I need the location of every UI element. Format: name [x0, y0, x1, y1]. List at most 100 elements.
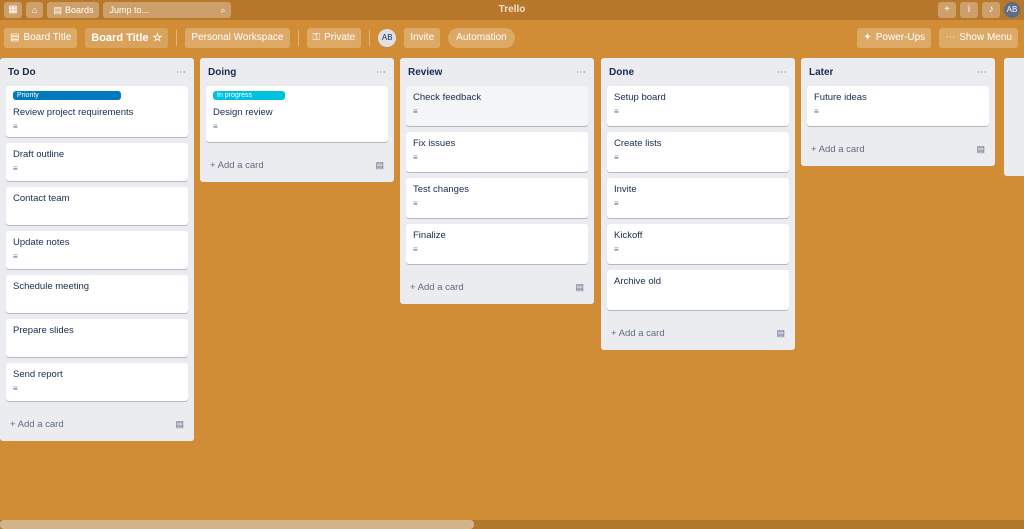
add-card-button[interactable]: + Add a card	[410, 282, 464, 293]
list-header[interactable]: Later ⋯	[807, 58, 989, 86]
board-view-switcher[interactable]: ▤ Board Title	[4, 28, 78, 48]
template-icon[interactable]: ▤	[575, 282, 584, 293]
list-menu-icon[interactable]: ⋯	[576, 67, 586, 78]
list-header[interactable]: To Do ⋯	[6, 58, 188, 86]
app-logo[interactable]: Trello	[470, 2, 554, 18]
board-header: ▤ Board Title Board Title ☆ Personal Wor…	[0, 26, 1024, 50]
bell-icon: ♪	[988, 4, 994, 15]
card[interactable]: Priority Review project requirements ≡	[6, 86, 188, 137]
search-input[interactable]: Jump to... ⌕	[103, 2, 232, 18]
add-card-button[interactable]: + Add a card	[10, 419, 64, 430]
list-doing: Doing ⋯ In progress Design review ≡ + Ad…	[200, 58, 394, 182]
add-card-button[interactable]: + Add a card	[611, 328, 665, 339]
list-title[interactable]: Review	[408, 67, 442, 78]
list-header[interactable]: Doing ⋯	[206, 58, 388, 86]
list-title[interactable]: To Do	[8, 67, 36, 78]
list-header[interactable]: Done ⋯	[607, 58, 789, 86]
top-header: ▦ ⌂ ▤ Boards Jump to... ⌕ Trello + i ♪ A…	[0, 0, 1024, 20]
description-icon: ≡	[614, 153, 619, 162]
notifications-button[interactable]: ♪	[982, 2, 1000, 18]
card[interactable]: Prepare slides	[6, 319, 188, 357]
boards-button[interactable]: ▤ Boards	[47, 2, 100, 18]
list-menu-icon[interactable]: ⋯	[977, 67, 987, 78]
card[interactable]: Test changes ≡	[406, 178, 588, 218]
card[interactable]: Archive old	[607, 270, 789, 310]
card-title: Archive old	[614, 276, 661, 287]
card-title: Prepare slides	[13, 325, 74, 336]
card[interactable]: Setup board ≡	[607, 86, 789, 126]
card[interactable]: Contact team	[6, 187, 188, 225]
apps-icon[interactable]: ▦	[4, 2, 22, 18]
card[interactable]: Check feedback ≡	[406, 86, 588, 126]
power-ups-label: Power-Ups	[875, 32, 926, 43]
card[interactable]: Invite ≡	[607, 178, 789, 218]
visibility-button[interactable]: ⚿ Private	[306, 28, 362, 48]
divider	[369, 30, 371, 46]
card[interactable]: Future ideas ≡	[807, 86, 989, 126]
list-review: Review ⋯ Check feedback ≡ Fix issues ≡ T…	[400, 58, 594, 304]
card-title: Invite	[614, 184, 637, 195]
lock-icon: ⚿	[312, 32, 321, 43]
power-ups-button[interactable]: ✦ Power-Ups	[857, 28, 932, 48]
description-icon: ≡	[413, 245, 418, 254]
board-title-text: Board Title	[91, 32, 149, 44]
description-icon: ≡	[13, 122, 18, 131]
template-icon[interactable]: ▤	[375, 160, 384, 171]
card[interactable]: Draft outline ≡	[6, 143, 188, 181]
member-avatar[interactable]: AB	[378, 29, 397, 47]
add-card-button[interactable]: + Add a card	[210, 160, 264, 171]
show-menu-button[interactable]: ⋯ Show Menu	[939, 28, 1018, 48]
template-icon[interactable]: ▤	[776, 328, 785, 339]
list-footer: + Add a card ▤	[206, 148, 388, 182]
list-footer: + Add a card ▤	[607, 316, 789, 350]
card-title: Test changes	[413, 184, 469, 195]
list-footer: + Add a card ▤	[6, 407, 188, 441]
scrollbar-thumb[interactable]	[0, 520, 474, 529]
card[interactable]: In progress Design review ≡	[206, 86, 388, 142]
card[interactable]: Kickoff ≡	[607, 224, 789, 264]
card-title: Send report	[13, 369, 63, 380]
card-label: Priority	[13, 91, 121, 100]
list-menu-icon[interactable]: ⋯	[176, 67, 186, 78]
visibility-label: Private	[324, 32, 356, 43]
card[interactable]: Send report ≡	[6, 363, 188, 401]
boards-icon: ▤	[53, 5, 62, 15]
user-avatar[interactable]: AB	[1004, 2, 1020, 18]
description-icon: ≡	[413, 107, 418, 116]
create-button[interactable]: +	[938, 2, 956, 18]
card-title: Finalize	[413, 230, 446, 241]
list-header[interactable]: Review ⋯	[406, 58, 588, 86]
home-button[interactable]: ⌂	[26, 2, 44, 18]
card-title: Contact team	[13, 193, 70, 204]
automation-pill[interactable]: Automation	[448, 28, 515, 48]
show-menu-label: Show Menu	[959, 32, 1012, 43]
card[interactable]: Update notes ≡	[6, 231, 188, 269]
template-icon[interactable]: ▤	[976, 144, 985, 155]
workspace-button[interactable]: Personal Workspace	[185, 28, 290, 48]
template-icon[interactable]: ▤	[175, 419, 184, 430]
more-icon: ⋯	[945, 32, 956, 43]
horizontal-scrollbar[interactable]	[0, 520, 1024, 529]
list-title[interactable]: Later	[809, 67, 833, 78]
description-icon: ≡	[13, 384, 18, 393]
description-icon: ≡	[614, 107, 619, 116]
description-icon: ≡	[814, 107, 819, 116]
card[interactable]: Finalize ≡	[406, 224, 588, 264]
list-title[interactable]: Doing	[208, 67, 236, 78]
card-title: Schedule meeting	[13, 281, 90, 292]
list-title[interactable]: Done	[609, 67, 634, 78]
card-title: Fix issues	[413, 138, 456, 149]
list-menu-icon[interactable]: ⋯	[777, 67, 787, 78]
info-button[interactable]: i	[960, 2, 978, 18]
card[interactable]: Fix issues ≡	[406, 132, 588, 172]
card[interactable]: Schedule meeting	[6, 275, 188, 313]
list-partial	[1004, 58, 1024, 176]
star-icon[interactable]: ☆	[153, 28, 163, 48]
description-icon: ≡	[413, 199, 418, 208]
board-title[interactable]: Board Title ☆	[85, 28, 169, 48]
invite-button[interactable]: Invite	[404, 28, 441, 48]
search-placeholder: Jump to...	[109, 5, 149, 15]
list-menu-icon[interactable]: ⋯	[376, 67, 386, 78]
card[interactable]: Create lists ≡	[607, 132, 789, 172]
add-card-button[interactable]: + Add a card	[811, 144, 865, 155]
